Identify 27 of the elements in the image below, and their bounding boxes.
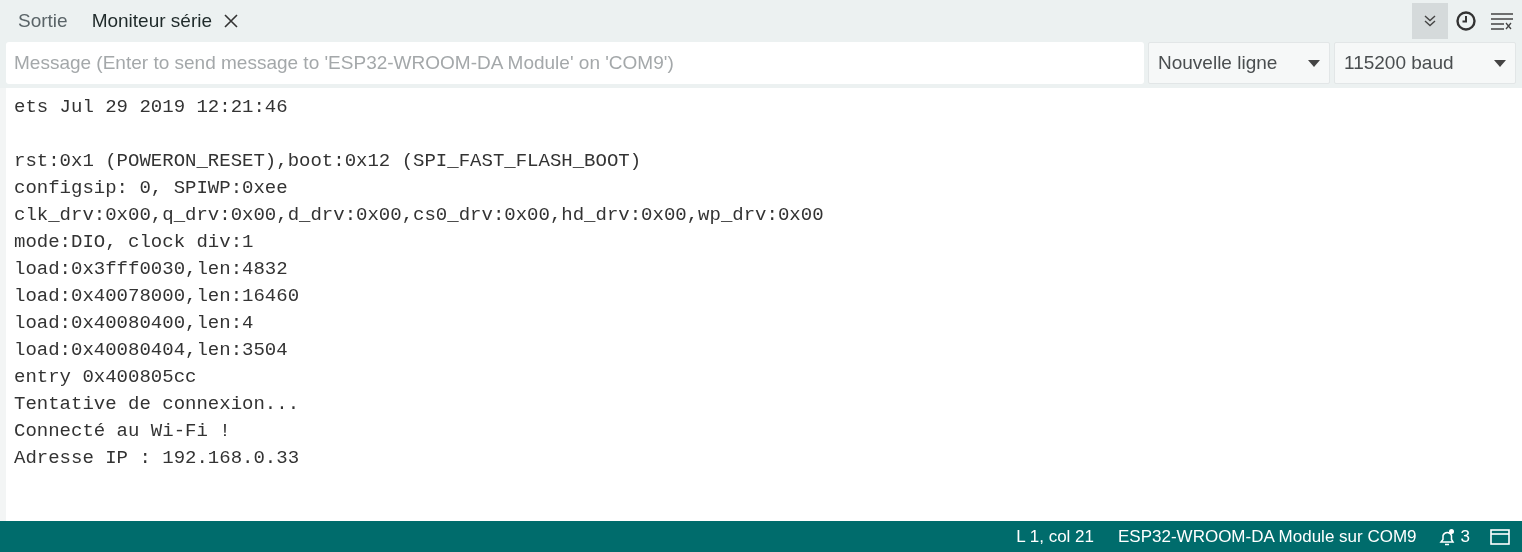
message-input[interactable]: Message (Enter to send message to 'ESP32-WROOM-DA Module' on 'COM9'): [6, 42, 1144, 84]
panel-tab[interactable]: Sortie: [6, 0, 80, 42]
notification-count: 3: [1460, 525, 1470, 548]
line-ending-dropdown[interactable]: Nouvelle ligne: [1148, 42, 1330, 84]
panel-toggle-icon[interactable]: [1490, 528, 1510, 545]
output-line: load:0x40080400,len:4: [14, 311, 254, 336]
dropdown-caret-icon: [1494, 59, 1506, 67]
double-chevron-down-icon: [1423, 14, 1437, 28]
output-line: mode:DIO, clock div:1: [14, 230, 254, 255]
output-line: entry 0x400805cc: [14, 365, 197, 390]
output-line: clk_drv:0x00,q_drv:0x00,d_drv:0x00,cs0_drv:0x00,hd_drv:0x00,wp_drv:0x00: [14, 203, 824, 228]
autoscroll-button[interactable]: [1412, 3, 1448, 39]
close-icon[interactable]: [224, 14, 239, 28]
output-line: Connecté au Wi-Fi !: [14, 419, 231, 444]
output-line: rst:0x1 (POWERON_RESET),boot:0x12 (SPI_FAST_FLASH_BOOT): [14, 149, 642, 174]
output-line: load:0x40080404,len:3504: [14, 338, 288, 363]
output-line: Adresse IP : 192.168.0.33: [14, 446, 300, 471]
cursor-position[interactable]: L 1, col 21: [1016, 523, 1094, 550]
output-line: configsip: 0, SPIWP:0xee: [14, 176, 288, 201]
output-line: ets Jul 29 2019 12:21:46: [14, 95, 288, 120]
output-line: load:0x40078000,len:16460: [14, 284, 300, 309]
baud-rate-dropdown[interactable]: 115200 baud: [1334, 42, 1516, 84]
output-line: Tentative de connexion...: [14, 392, 300, 417]
output-line: load:0x3fff0030,len:4832: [14, 257, 288, 282]
panel-tab[interactable]: Moniteur série: [79, 0, 251, 42]
board-port[interactable]: ESP32-WROOM-DA Module sur COM9: [1118, 523, 1417, 550]
dropdown-caret-icon: [1308, 59, 1320, 67]
